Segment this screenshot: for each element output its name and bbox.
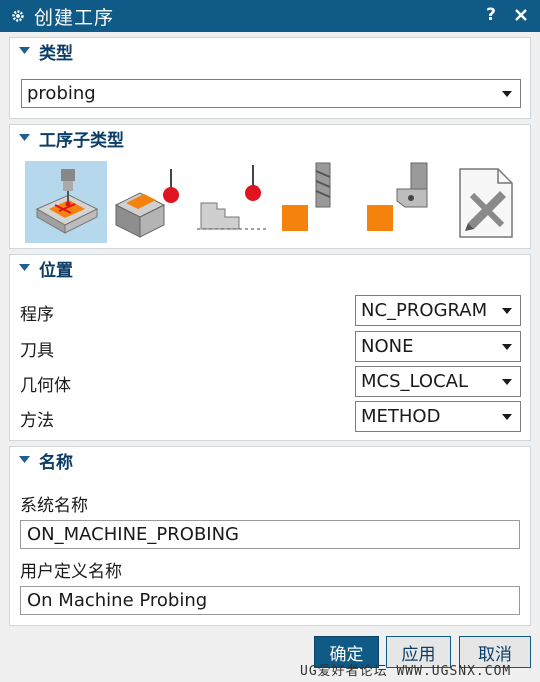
subtype-tool-holder[interactable] xyxy=(365,161,447,243)
tool-dropdown-value: NONE xyxy=(361,336,414,357)
subtype-section-label: 工序子类型 xyxy=(39,130,124,151)
geometry-label: 几何体 xyxy=(20,376,71,396)
name-section-header[interactable]: 名称 xyxy=(10,447,73,473)
program-dropdown-value: NC_PROGRAM xyxy=(361,300,488,321)
type-section-label: 类型 xyxy=(39,43,73,64)
tool-holder-orange-icon xyxy=(367,162,428,231)
type-dropdown-value: probing xyxy=(27,83,96,104)
type-section: 类型 probing xyxy=(9,37,531,119)
name-section-label: 名称 xyxy=(39,452,73,473)
system-name-field[interactable]: ON_MACHINE_PROBING xyxy=(20,520,520,549)
help-button[interactable]: ? xyxy=(486,5,496,25)
tool-dropdown[interactable]: NONE xyxy=(355,331,521,362)
chevron-down-icon xyxy=(502,343,512,350)
subtype-tool-measure[interactable] xyxy=(280,161,362,243)
subtype-probe-block[interactable] xyxy=(110,161,192,243)
subtype-section: 工序子类型 xyxy=(9,124,531,249)
user-name-label: 用户定义名称 xyxy=(20,562,122,582)
dialog-title: 创建工序 xyxy=(34,6,115,29)
chevron-down-icon xyxy=(502,307,512,314)
name-section: 名称 系统名称 ON_MACHINE_PROBING 用户定义名称 On Mac… xyxy=(9,446,531,626)
collapse-triangle-icon xyxy=(19,264,30,271)
method-dropdown-value: METHOD xyxy=(361,406,441,427)
user-name-field[interactable]: On Machine Probing xyxy=(20,586,520,615)
subtype-probe-part[interactable] xyxy=(25,161,107,243)
program-label: 程序 xyxy=(20,305,54,325)
tool-label: 刀具 xyxy=(20,341,54,361)
position-section: 位置 程序 NC_PROGRAM 刀具 NONE 几何体 MCS_LOCAL 方… xyxy=(9,254,531,441)
watermark-text: UG爱好者论坛 WWW.UGSNX.COM xyxy=(300,664,512,679)
tool-measure-orange-icon xyxy=(282,162,331,231)
close-icon[interactable] xyxy=(513,7,529,23)
subtype-user-defined[interactable] xyxy=(450,161,532,243)
gear-icon[interactable] xyxy=(11,9,25,23)
geometry-dropdown-value: MCS_LOCAL xyxy=(361,371,468,392)
collapse-triangle-icon xyxy=(19,47,30,54)
chevron-down-icon xyxy=(502,413,512,420)
type-dropdown[interactable]: probing xyxy=(21,79,521,108)
chevron-down-icon xyxy=(502,90,512,97)
user-defined-pencil-icon xyxy=(459,168,513,238)
method-dropdown[interactable]: METHOD xyxy=(355,401,521,432)
collapse-triangle-icon xyxy=(19,134,30,141)
subtype-probe-step[interactable] xyxy=(195,161,277,243)
collapse-triangle-icon xyxy=(19,456,30,463)
probe-step-profile-icon xyxy=(197,165,269,230)
type-section-header[interactable]: 类型 xyxy=(10,38,73,64)
chevron-down-icon xyxy=(502,378,512,385)
program-dropdown[interactable]: NC_PROGRAM xyxy=(355,295,521,326)
system-name-label: 系统名称 xyxy=(20,496,88,516)
probe-block-sphere-icon xyxy=(114,169,179,238)
title-bar: 创建工序 ? xyxy=(0,0,540,32)
geometry-dropdown[interactable]: MCS_LOCAL xyxy=(355,366,521,397)
method-label: 方法 xyxy=(20,411,54,431)
subtype-section-header[interactable]: 工序子类型 xyxy=(10,125,124,151)
position-section-header[interactable]: 位置 xyxy=(10,255,73,281)
position-section-label: 位置 xyxy=(39,260,73,281)
probe-part-icon xyxy=(35,169,99,234)
